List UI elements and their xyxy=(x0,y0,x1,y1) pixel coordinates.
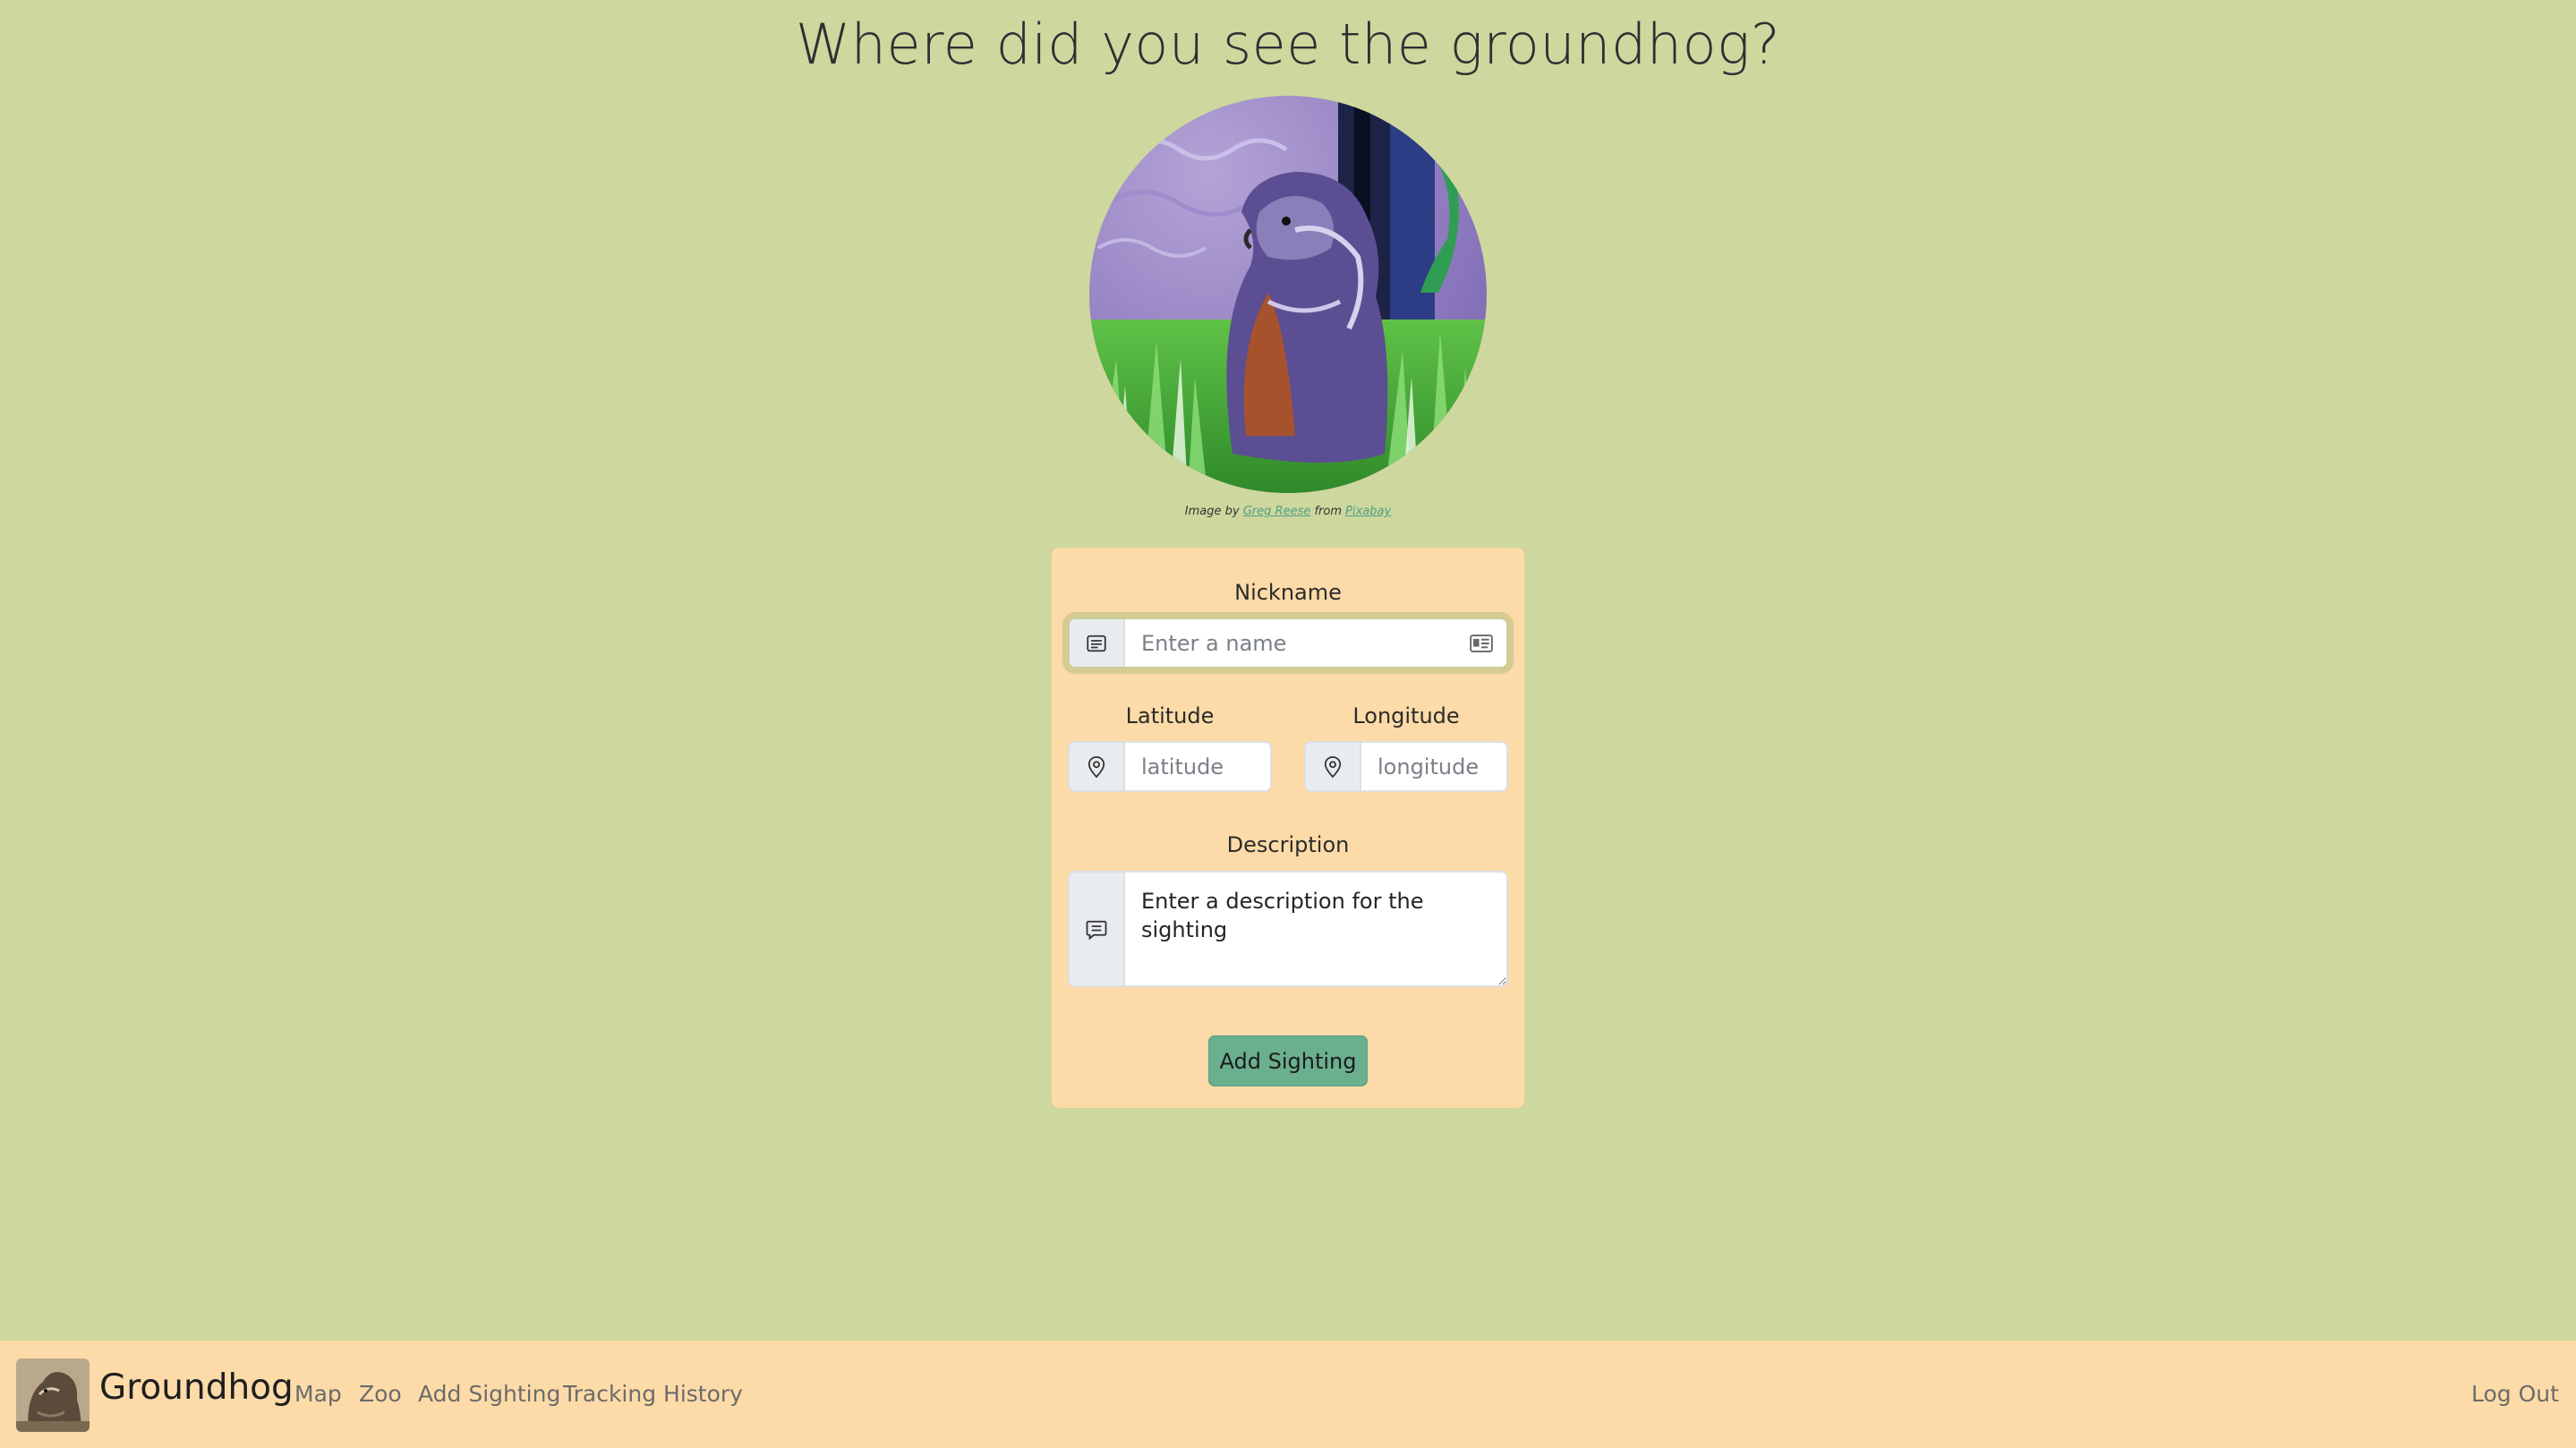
map-pin-icon xyxy=(1070,743,1125,790)
description-textarea[interactable] xyxy=(1125,873,1506,985)
add-sighting-button[interactable]: Add Sighting xyxy=(1208,1035,1368,1086)
credit-author-link[interactable]: Greg Reese xyxy=(1243,505,1311,518)
latitude-input-group xyxy=(1068,741,1272,792)
card-text-icon xyxy=(1070,619,1125,667)
page: Where did you see the groundhog? Image b… xyxy=(0,0,2576,1448)
page-title: Where did you see the groundhog? xyxy=(795,12,1781,77)
description-label: Description xyxy=(1226,832,1350,857)
nickname-label: Nickname xyxy=(1234,580,1342,605)
navbar: Groundhog Map Zoo Add Sighting Tracking … xyxy=(0,1341,2576,1448)
latitude-label: Latitude xyxy=(1125,703,1215,728)
image-credit: Image by Greg Reese from Pixabay xyxy=(0,505,2576,518)
logout-link[interactable]: Log Out xyxy=(2471,1381,2559,1407)
nickname-input-group xyxy=(1068,618,1508,669)
nav-link-add-sighting[interactable]: Add Sighting xyxy=(418,1381,560,1407)
chat-lines-icon xyxy=(1070,873,1125,985)
groundhog-logo[interactable] xyxy=(16,1359,90,1432)
nav-link-zoo[interactable]: Zoo xyxy=(359,1381,402,1407)
map-pin-icon xyxy=(1306,743,1361,790)
brand-name[interactable]: Groundhog xyxy=(99,1367,294,1408)
longitude-input[interactable] xyxy=(1361,743,1506,790)
sighting-form: Nickname Latitu xyxy=(1052,548,1524,1108)
nav-link-map[interactable]: Map xyxy=(294,1381,342,1407)
contact-card-icon[interactable] xyxy=(1463,619,1499,667)
longitude-input-group xyxy=(1304,741,1508,792)
nickname-input[interactable] xyxy=(1125,619,1463,667)
groundhog-photo xyxy=(1089,96,1487,493)
description-input-group xyxy=(1068,871,1508,987)
longitude-label: Longitude xyxy=(1352,703,1460,728)
credit-prefix: Image by xyxy=(1184,505,1240,518)
credit-middle: from xyxy=(1314,505,1343,518)
latitude-input[interactable] xyxy=(1125,743,1270,790)
nav-link-tracking-history[interactable]: Tracking History xyxy=(563,1381,743,1407)
credit-source-link[interactable]: Pixabay xyxy=(1345,505,1391,518)
